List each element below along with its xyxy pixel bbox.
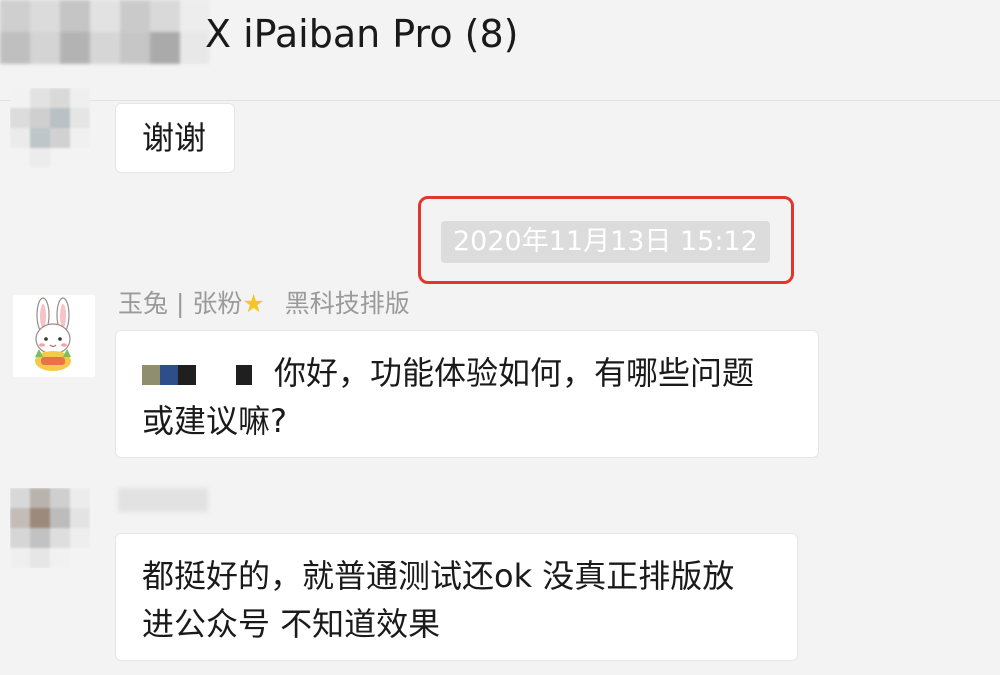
rabbit-avatar-icon [35, 297, 71, 371]
chat-header: X iPaiban Pro (8) [0, 0, 1000, 101]
avatar[interactable] [10, 88, 90, 168]
message-text: 谢谢 [142, 119, 207, 157]
message-text: 都挺好的，就普通测试还ok 没真正排版放 [142, 557, 735, 595]
sender-nickname: 玉兔 [118, 289, 169, 318]
message-text: 你好，功能体验如何，有哪些问题 [274, 354, 755, 392]
blurred-group-name [0, 0, 210, 65]
redacted-block [142, 365, 160, 385]
redacted-block [236, 365, 252, 385]
message-text: 进公众号 不知道效果 [142, 605, 441, 643]
message-timestamp: 2020年11月13日 15:12 [441, 221, 770, 263]
message-bubble[interactable]: 都挺好的，就普通测试还ok 没真正排版放 进公众号 不知道效果 [115, 533, 798, 661]
message-line: 你好，功能体验如何，有哪些问题 [142, 349, 818, 397]
star-icon: ★ [242, 289, 265, 318]
avatar[interactable] [10, 488, 90, 568]
sender-tag: 张粉 [192, 289, 243, 318]
redacted-block [178, 365, 196, 385]
message-bubble[interactable]: 你好，功能体验如何，有哪些问题 或建议嘛? [115, 330, 819, 458]
message-bubble[interactable]: 谢谢 [115, 103, 235, 173]
redacted-block [160, 365, 178, 385]
name-separator: | [175, 289, 185, 318]
chat-title: X iPaiban Pro (8) [205, 12, 519, 56]
sender-group: 黑科技排版 [284, 289, 410, 318]
rabbit-avatar[interactable] [13, 295, 95, 377]
sender-name: 玉兔 | 张粉★ 黑科技排版 [118, 284, 410, 320]
message-text: 或建议嘛? [142, 402, 287, 440]
timestamp-highlight-box: 2020年11月13日 15:12 [418, 196, 794, 284]
blurred-sender-name [118, 488, 208, 512]
